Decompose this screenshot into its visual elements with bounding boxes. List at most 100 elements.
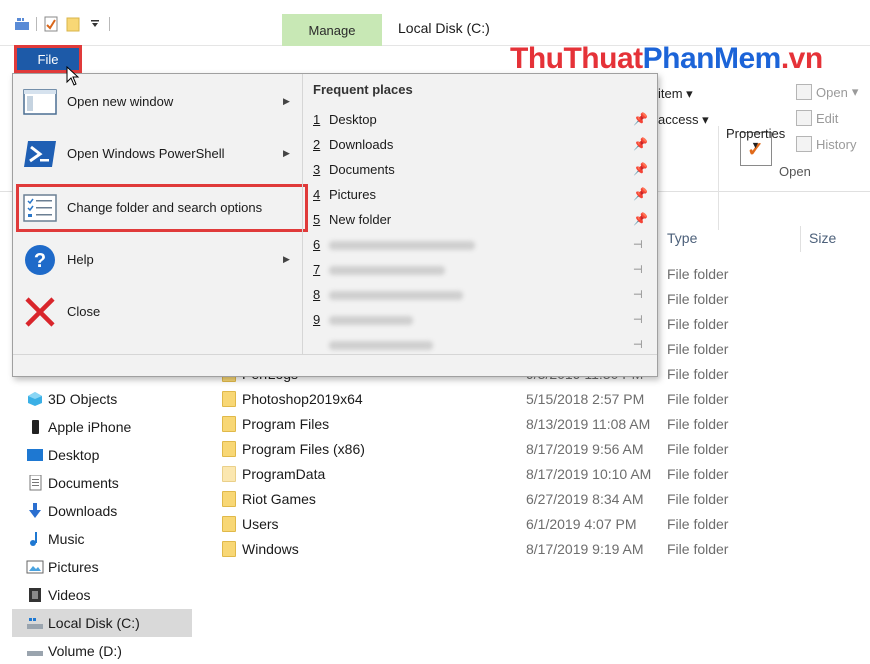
select-item-label[interactable]: item ▾ xyxy=(658,86,693,102)
svg-text:?: ? xyxy=(34,250,46,272)
unpinned-icon[interactable]: ⊣ xyxy=(633,238,643,251)
pin-icon[interactable]: 📌 xyxy=(633,112,648,126)
tab-manage[interactable]: Manage xyxy=(282,14,382,46)
customize-toolbar-dropdown[interactable] xyxy=(87,15,103,33)
unpinned-icon[interactable]: ⊣ xyxy=(633,263,643,276)
file-menu-commands: Open new window ▶ Open Windows PowerShel… xyxy=(13,74,308,354)
nav-item-local-disk-c[interactable]: Local Disk (C:) xyxy=(12,609,192,637)
file-date: 6/1/2019 4:07 PM xyxy=(526,516,637,532)
column-divider[interactable] xyxy=(800,226,801,252)
nav-item-desktop[interactable]: Desktop xyxy=(12,441,192,469)
folder-icon xyxy=(222,466,236,482)
highlight-box xyxy=(16,184,308,232)
edit-button[interactable]: Edit xyxy=(796,110,838,126)
pin-icon[interactable]: 📌 xyxy=(633,187,648,201)
nav-item-pictures[interactable]: Pictures xyxy=(12,553,192,581)
file-row[interactable]: Riot Games 6/27/2019 8:34 AM File folder xyxy=(200,487,870,512)
history-button[interactable]: History xyxy=(796,136,856,152)
file-row[interactable]: Photoshop2019x64 5/15/2018 2:57 PM File … xyxy=(200,387,870,412)
frequent-place-item[interactable]: 9 ⊣ xyxy=(305,308,657,333)
file-row[interactable]: Program Files 8/13/2019 11:08 AM File fo… xyxy=(200,412,870,437)
pin-icon[interactable]: 📌 xyxy=(633,137,648,151)
file-type: File folder xyxy=(667,541,729,557)
file-type-cell: File folder xyxy=(667,341,729,357)
film-icon xyxy=(26,587,44,603)
open-button[interactable]: Open ▾ xyxy=(796,84,858,100)
properties-dropdown-icon[interactable]: ▼ xyxy=(751,140,760,150)
file-date: 8/13/2019 11:08 AM xyxy=(526,416,651,432)
drive-icon xyxy=(26,615,44,631)
file-date: 6/27/2019 8:34 AM xyxy=(526,491,644,507)
file-type-cell: File folder xyxy=(667,291,729,307)
frequent-place-item[interactable]: 8 ⊣ xyxy=(305,283,657,308)
file-date: 8/17/2019 10:10 AM xyxy=(526,466,652,482)
folder-icon xyxy=(222,516,236,532)
nav-item-3d-objects[interactable]: 3D Objects xyxy=(12,385,192,413)
folder-icon xyxy=(222,416,236,432)
properties-quick-icon[interactable] xyxy=(43,15,59,33)
easy-access-label[interactable]: access ▾ xyxy=(658,112,709,128)
file-name: Users xyxy=(242,516,279,532)
nav-item-volume-d[interactable]: Volume (D:) xyxy=(12,637,192,664)
file-row[interactable]: Users 6/1/2019 4:07 PM File folder xyxy=(200,512,870,537)
file-row[interactable]: Windows 8/17/2019 9:19 AM File folder xyxy=(200,537,870,562)
file-date: 8/17/2019 9:19 AM xyxy=(526,541,644,557)
open-icon xyxy=(796,84,812,100)
frequent-place-item[interactable]: 7 ⊣ xyxy=(305,258,657,283)
folder-icon xyxy=(222,541,236,557)
desktop-icon xyxy=(26,447,44,463)
menu-item-open-new-window[interactable]: Open new window ▶ xyxy=(13,76,303,128)
nav-item-videos[interactable]: Videos xyxy=(12,581,192,609)
file-type-cell: File folder xyxy=(667,266,729,282)
pin-icon[interactable]: 📌 xyxy=(633,212,648,226)
menu-item-help[interactable]: ? Help ▶ xyxy=(13,234,303,286)
column-header-size[interactable]: Size xyxy=(809,230,836,246)
explorer-icon[interactable] xyxy=(14,15,30,33)
file-date: 5/15/2018 2:57 PM xyxy=(526,391,645,407)
file-type: File folder xyxy=(667,466,729,482)
file-row[interactable]: Program Files (x86) 8/17/2019 9:56 AM Fi… xyxy=(200,437,870,462)
edit-icon xyxy=(796,110,812,126)
frequent-place-item[interactable]: 2 Downloads 📌 xyxy=(305,133,657,158)
file-name: Windows xyxy=(242,541,299,557)
unpinned-icon[interactable]: ⊣ xyxy=(633,288,643,301)
title-bar: Manage Local Disk (C:) xyxy=(0,0,870,46)
quick-access-toolbar xyxy=(14,14,110,34)
frequent-place-item[interactable]: 6 ⊣ xyxy=(305,233,657,258)
window-title: Local Disk (C:) xyxy=(398,20,490,36)
blurred-name xyxy=(329,316,413,325)
pin-icon[interactable]: 📌 xyxy=(633,162,648,176)
menu-item-close[interactable]: Close xyxy=(13,286,303,338)
frequent-place-item[interactable]: 4 Pictures 📌 xyxy=(305,183,657,208)
drive-icon xyxy=(26,643,44,659)
3d-objects-icon xyxy=(26,391,44,407)
file-type: File folder xyxy=(667,366,729,382)
blurred-name xyxy=(329,266,445,275)
column-header-type[interactable]: Type xyxy=(667,230,697,246)
file-type: File folder xyxy=(667,491,729,507)
file-name: Program Files (x86) xyxy=(242,441,365,457)
frequent-place-item[interactable]: 5 New folder 📌 xyxy=(305,208,657,233)
frequent-place-item[interactable]: 3 Documents 📌 xyxy=(305,158,657,183)
nav-item-documents[interactable]: Documents xyxy=(12,469,192,497)
file-row[interactable]: ProgramData 8/17/2019 10:10 AM File fold… xyxy=(200,462,870,487)
nav-item-downloads[interactable]: Downloads xyxy=(12,497,192,525)
submenu-arrow-icon: ▶ xyxy=(283,96,290,106)
new-folder-quick-icon[interactable] xyxy=(65,15,81,33)
submenu-arrow-icon: ▶ xyxy=(283,148,290,158)
properties-button[interactable]: Properties xyxy=(726,126,785,141)
frequent-place-item[interactable]: 1 Desktop 📌 xyxy=(305,108,657,133)
unpinned-icon[interactable]: ⊣ xyxy=(633,338,643,351)
mouse-cursor-icon xyxy=(66,65,80,86)
unpinned-icon[interactable]: ⊣ xyxy=(633,313,643,326)
frequent-places-title: Frequent places xyxy=(313,82,413,97)
nav-item-apple-iphone[interactable]: Apple iPhone xyxy=(12,413,192,441)
blurred-name xyxy=(329,241,475,250)
menu-item-open-powershell[interactable]: Open Windows PowerShell ▶ xyxy=(13,128,303,180)
submenu-arrow-icon: ▶ xyxy=(283,254,290,264)
new-window-icon xyxy=(23,86,57,118)
file-type: File folder xyxy=(667,441,729,457)
file-type: File folder xyxy=(667,391,729,407)
powershell-icon xyxy=(23,138,57,170)
nav-item-music[interactable]: Music xyxy=(12,525,192,553)
